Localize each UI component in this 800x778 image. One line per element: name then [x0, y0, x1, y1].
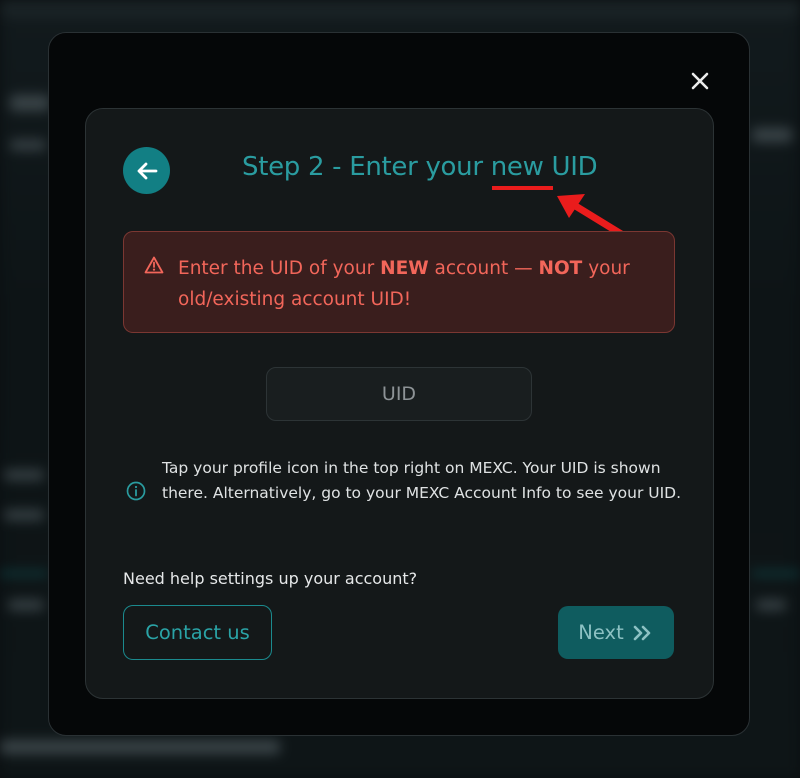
- close-icon[interactable]: [688, 70, 712, 94]
- title-emphasis: new: [490, 152, 544, 182]
- uid-input[interactable]: [266, 367, 532, 421]
- contact-us-button[interactable]: Contact us: [123, 605, 272, 660]
- back-button[interactable]: [123, 147, 170, 194]
- warning-text: Enter the UID of your NEW account — NOT …: [178, 253, 648, 315]
- warning-bold-new: NEW: [380, 258, 429, 279]
- warning-bold-not: NOT: [538, 258, 583, 279]
- next-button[interactable]: Next: [558, 606, 674, 659]
- arrow-left-icon: [137, 162, 157, 179]
- account-help-text: Need help settings up your account?: [123, 569, 418, 588]
- warning-triangle-icon: [144, 256, 164, 274]
- double-chevron-right-icon: [633, 625, 651, 640]
- step-title: Step 2 - Enter your new UID: [242, 152, 598, 182]
- title-suffix: UID: [543, 152, 598, 182]
- next-label: Next: [578, 621, 624, 644]
- uid-help-text: Tap your profile icon in the top right o…: [162, 459, 682, 502]
- annotation-underline: [492, 186, 553, 190]
- warning-part-1: Enter the UID of your: [178, 258, 381, 279]
- warning-part-2: account —: [428, 258, 539, 279]
- title-prefix: Step 2 - Enter your: [242, 152, 491, 182]
- info-icon: [126, 481, 146, 501]
